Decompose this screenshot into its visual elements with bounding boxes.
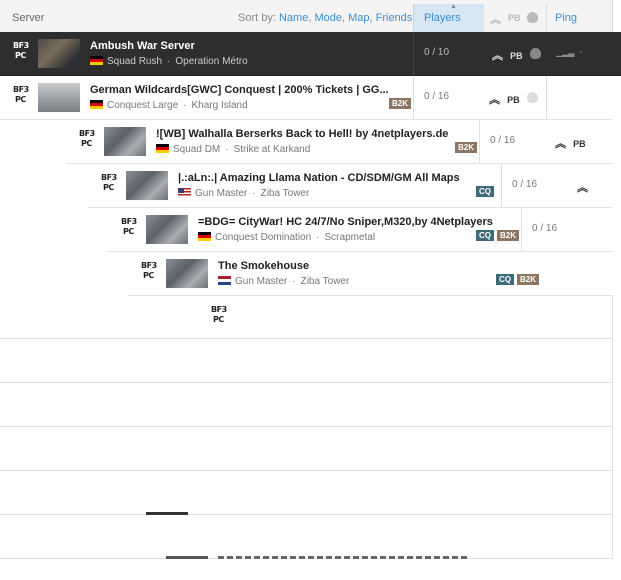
netherlands-flag-icon (218, 276, 231, 285)
skull-icon[interactable] (527, 12, 538, 23)
bf3-pc-logo-icon: BF3 PC (141, 261, 157, 280)
server-meta: Conquest Domination · Scrapmetal (198, 232, 375, 243)
empty-row (0, 383, 613, 427)
punkbuster-icon: PB (507, 95, 520, 105)
b2k-badge: B2K (389, 98, 412, 109)
rank-chevron-icon: ︽ (489, 94, 500, 106)
header-divider (546, 4, 547, 33)
b2k-badge: B2K (455, 142, 478, 153)
bf3-pc-logo-icon: BF3 PC (79, 129, 95, 148)
players-cell: 0 / 16 (501, 164, 572, 207)
sort-ascending-icon: ▲ (450, 3, 457, 10)
server-title: |.:aLn:.| Amazing Llama Nation - CD/SDM/… (178, 172, 460, 184)
rank-chevron-icon: ︽ (577, 182, 588, 194)
bf3-pc-logo-icon: BF3 PC (13, 41, 29, 60)
server-row[interactable]: BF3 PC |.:aLn:.| Amazing Llama Nation - … (88, 164, 612, 208)
map-thumbnail (38, 83, 80, 112)
server-column-label: Server (12, 12, 45, 24)
germany-flag-icon (198, 232, 211, 241)
map-thumbnail (146, 215, 188, 244)
punkbuster-icon: PB (510, 51, 523, 61)
server-meta: Gun Master · Ziba Tower (218, 276, 349, 287)
server-row-selected[interactable]: BF3 PC Ambush War Server Squad Rush · Oper… (0, 32, 621, 76)
punkbuster-icon: PB (573, 139, 586, 149)
map-thumbnail (166, 259, 208, 288)
players-column-header[interactable]: ▲ Players (413, 3, 484, 33)
server-title: The Smokehouse (218, 260, 310, 272)
list-header: Server Sort by: Name, Mode, Map, Friends… (0, 0, 613, 34)
usa-flag-icon (178, 188, 191, 197)
sort-map-link[interactable]: Map (348, 12, 369, 24)
selection-arrow-icon (612, 32, 621, 75)
server-title: German Wildcards[GWC] Conquest | 200% Ti… (90, 84, 389, 96)
players-cell: 0 / 16 (413, 76, 484, 119)
server-flags: ︽ PB (489, 91, 538, 107)
skull-icon (529, 48, 541, 59)
sort-prefix: Sort by: (238, 12, 276, 24)
bf3-pc-logo-icon: BF3 PC (211, 305, 227, 324)
players-cell: 0 / 16 (479, 120, 550, 163)
players-cell: 0 / 10 (413, 32, 484, 75)
server-flags: ︽ PB (555, 135, 586, 151)
ping-value: ▁▂▃ - (556, 47, 583, 58)
sort-by: Sort by: Name, Mode, Map, Friends (238, 12, 413, 24)
map-thumbnail (126, 171, 168, 200)
map-thumbnail (104, 127, 146, 156)
server-meta: Squad Rush · Operation Métro (90, 56, 248, 67)
empty-row (0, 515, 613, 559)
players-cell: 0 / 16 (521, 208, 592, 251)
signal-bars-icon: ▁▂▃ (556, 48, 575, 57)
server-meta: Gun Master · Ziba Tower (178, 188, 309, 199)
map-thumbnail (38, 39, 80, 68)
loading-title-fragment (218, 556, 468, 559)
server-title: ![WB] Walhalla Berserks Back to Hell! by… (156, 128, 449, 140)
sort-name-link[interactable]: Name (279, 12, 308, 24)
cq-badge: CQ (476, 186, 494, 197)
sort-friends-link[interactable]: Friends (376, 12, 413, 24)
skull-icon (526, 92, 538, 103)
empty-row (0, 339, 613, 383)
cq-badge: CQ (496, 274, 514, 285)
server-row[interactable]: BF3 PC German Wildcards[GWC] Conquest | … (0, 76, 612, 120)
germany-flag-icon (90, 100, 103, 109)
server-row[interactable]: BF3 PC =BDG= CityWar! HC 24/7/No Sniper,… (108, 208, 612, 252)
ping-cell (546, 76, 613, 119)
bf3-pc-logo-icon: BF3 PC (101, 173, 117, 192)
bf3-pc-logo-icon: BF3 PC (121, 217, 137, 236)
server-flags: ︽ PB (492, 47, 541, 63)
rank-chevron-icon: ︽ (555, 138, 566, 150)
germany-flag-icon (156, 144, 169, 153)
cq-badge: CQ (476, 230, 494, 241)
server-row[interactable]: BF3 PC ![WB] Walhalla Berserks Back to H… (66, 120, 612, 164)
germany-flag-icon (90, 56, 103, 65)
server-meta: Conquest Large · Kharg Island (90, 100, 248, 111)
players-column-label: Players (424, 12, 461, 24)
b2k-badge: B2K (517, 274, 540, 285)
ping-column-label[interactable]: Ping (555, 12, 577, 24)
server-title: Ambush War Server (90, 40, 195, 52)
empty-row (0, 427, 613, 471)
loading-thumbnail (166, 556, 208, 559)
loading-thumbnail (146, 512, 188, 515)
server-title: =BDG= CityWar! HC 24/7/No Sniper,M320,by… (198, 216, 493, 228)
rank-chevron-icon: ︽ (492, 50, 503, 62)
server-meta: Squad DM · Strike at Karkand (156, 144, 310, 155)
rank-chevron-icon[interactable]: ︽ (490, 11, 501, 27)
server-row[interactable]: BF3 PC The Smokehouse Gun Master · Ziba To… (128, 252, 612, 296)
server-row-loading[interactable]: BF3 PC (198, 296, 612, 339)
bf3-pc-logo-icon: BF3 PC (13, 85, 29, 104)
empty-row (0, 471, 613, 515)
server-flags: ︽ (577, 179, 588, 195)
b2k-badge: B2K (497, 230, 520, 241)
punkbuster-icon[interactable]: PB (508, 13, 521, 23)
sort-mode-link[interactable]: Mode (314, 12, 342, 24)
